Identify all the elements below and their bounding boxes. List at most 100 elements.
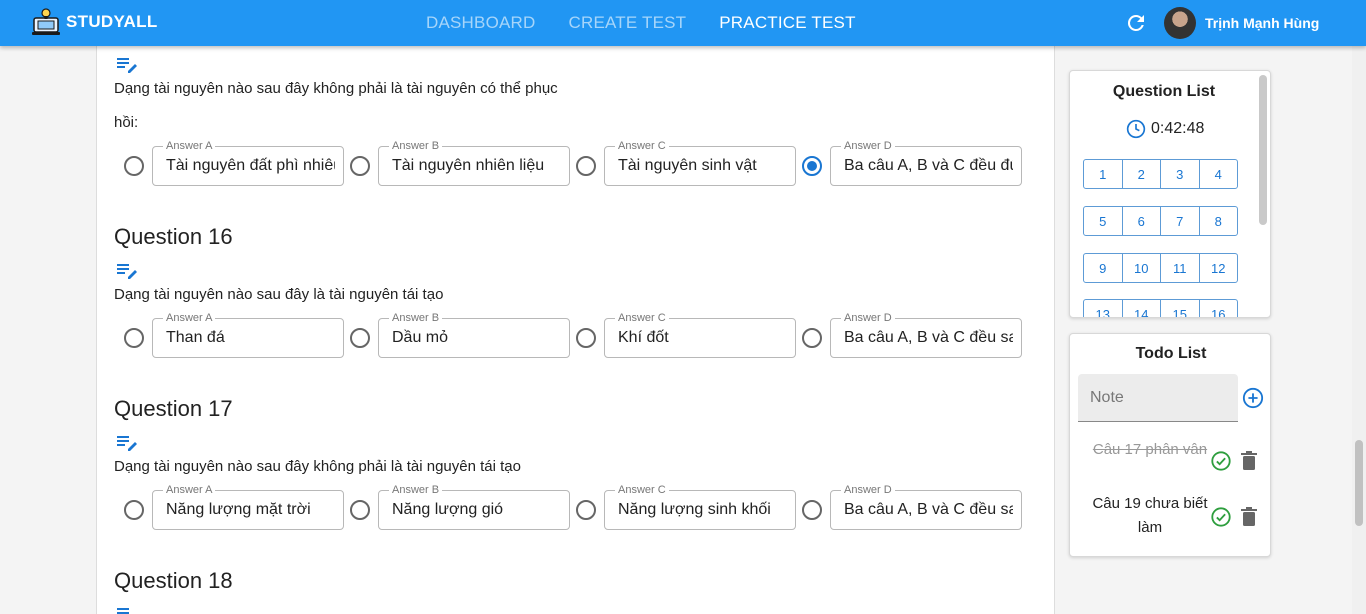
question-text: Dạng tài nguyên nào sau đây không phải l… — [114, 458, 521, 475]
answer-value: Tài nguyên sinh vật — [618, 157, 757, 174]
edit-note-icon[interactable] — [117, 262, 139, 280]
answer-a-field[interactable]: Answer A Năng lượng mặt trời — [152, 483, 344, 530]
radio-answer-d[interactable] — [802, 328, 822, 348]
radio-answer-a[interactable] — [124, 156, 144, 176]
answer-c-field[interactable]: Answer C Khí đốt — [604, 311, 796, 358]
answer-b-field[interactable]: Answer B Dầu mỏ — [378, 311, 570, 358]
questions-panel: Dạng tài nguyên nào sau đây không phải l… — [96, 46, 1055, 614]
trash-icon[interactable] — [1240, 507, 1258, 527]
question-grid-row: 13 14 15 16 — [1083, 299, 1238, 317]
question-text: Dạng tài nguyên nào sau đây là tài nguyê… — [114, 286, 444, 303]
radio-answer-a[interactable] — [124, 328, 144, 348]
question-button[interactable]: 5 — [1083, 206, 1123, 236]
question-grid-row: 5 6 7 8 — [1083, 206, 1238, 236]
answer-a-field[interactable]: Answer A Than đá — [152, 311, 344, 358]
question-title: Question 16 — [114, 224, 233, 249]
todo-item: Câu 17 phân vân — [1092, 441, 1208, 458]
radio-answer-d[interactable] — [802, 156, 822, 176]
answer-label: Answer D — [841, 139, 895, 153]
question-button[interactable]: 4 — [1198, 159, 1238, 189]
radio-answer-c[interactable] — [576, 156, 596, 176]
nav-create-test[interactable]: CREATE TEST — [569, 13, 687, 33]
answer-value: Tài nguyên đất phì nhiêu — [166, 157, 335, 174]
check-circle-icon[interactable] — [1210, 506, 1232, 528]
answer-label: Answer C — [615, 139, 669, 153]
logo[interactable]: STUDYALL — [30, 6, 158, 38]
question-text-cont: hồi: — [114, 114, 139, 131]
radio-answer-c[interactable] — [576, 328, 596, 348]
question-button[interactable]: 3 — [1160, 159, 1200, 189]
question-button[interactable]: 1 — [1083, 159, 1123, 189]
answer-c-field[interactable]: Answer C Tài nguyên sinh vật — [604, 139, 796, 186]
answer-value: Năng lượng mặt trời — [166, 501, 311, 518]
check-circle-icon[interactable] — [1210, 450, 1232, 472]
answer-b-field[interactable]: Answer B Năng lượng gió — [378, 483, 570, 530]
logo-icon — [32, 8, 60, 35]
refresh-icon[interactable] — [1124, 11, 1148, 35]
edit-note-icon[interactable] — [117, 434, 139, 452]
page-scrollbar[interactable] — [1352, 46, 1366, 614]
avatar[interactable] — [1164, 7, 1196, 39]
page-scrollbar-thumb[interactable] — [1355, 440, 1363, 526]
question-title: Question 18 — [114, 568, 233, 593]
answer-value: Tài nguyên nhiên liệu — [392, 157, 545, 174]
question-button[interactable]: 15 — [1160, 299, 1200, 317]
answer-label: Answer D — [841, 311, 895, 325]
answer-label: Answer A — [163, 483, 216, 497]
question-list-title: Question List — [1112, 83, 1216, 100]
answer-value: Ba câu A, B và C đều sai — [844, 329, 1013, 346]
question-button[interactable]: 2 — [1121, 159, 1161, 189]
note-input[interactable]: Note — [1078, 374, 1238, 422]
question-button[interactable]: 14 — [1121, 299, 1161, 317]
answer-b-field[interactable]: Answer B Tài nguyên nhiên liệu — [378, 139, 570, 186]
trash-icon[interactable] — [1240, 451, 1258, 471]
answer-label: Answer D — [841, 483, 895, 497]
answer-a-field[interactable]: Answer A Tài nguyên đất phì nhiêu — [152, 139, 344, 186]
question-text: Dạng tài nguyên nào sau đây không phải l… — [114, 80, 558, 97]
todo-item: Câu 19 chưa biết làm — [1092, 495, 1208, 536]
main-nav: DASHBOARD CREATE TEST PRACTICE TEST — [426, 0, 889, 46]
nav-dashboard[interactable]: DASHBOARD — [426, 13, 536, 33]
question-button[interactable]: 16 — [1198, 299, 1238, 317]
answer-value: Dầu mỏ — [392, 329, 449, 346]
answer-value: Than đá — [166, 329, 225, 346]
question-button[interactable]: 13 — [1083, 299, 1123, 317]
timer-value: 0:42:48 — [1151, 120, 1205, 137]
radio-answer-b[interactable] — [350, 328, 370, 348]
todo-list-card: Todo List Note Câu 17 phân vân Câu 19 ch… — [1069, 333, 1271, 557]
answer-label: Answer B — [389, 311, 443, 325]
answer-label: Answer B — [389, 483, 443, 497]
answer-value: Năng lượng gió — [392, 501, 504, 518]
answer-label: Answer A — [163, 311, 216, 325]
edit-note-icon[interactable] — [117, 606, 139, 614]
radio-answer-b[interactable] — [350, 156, 370, 176]
radio-answer-a[interactable] — [124, 500, 144, 520]
question-button[interactable]: 7 — [1160, 206, 1200, 236]
question-button[interactable]: 12 — [1198, 253, 1238, 283]
answer-d-field[interactable]: Answer D Ba câu A, B và C đều sai — [830, 483, 1022, 530]
radio-answer-d[interactable] — [802, 500, 822, 520]
answer-d-field[interactable]: Answer D Ba câu A, B và C đều sai — [830, 311, 1022, 358]
question-button[interactable]: 8 — [1198, 206, 1238, 236]
nav-practice-test[interactable]: PRACTICE TEST — [719, 13, 855, 33]
answer-label: Answer B — [389, 139, 443, 153]
radio-answer-b[interactable] — [350, 500, 370, 520]
question-list-card: Question List 0:42:48 1 2 3 4 5 6 7 8 9 … — [1069, 70, 1271, 318]
question-button[interactable]: 11 — [1160, 253, 1200, 283]
answer-value: Ba câu A, B và C đều sai — [844, 501, 1013, 518]
user-name[interactable]: Trịnh Mạnh Hùng — [1205, 15, 1319, 31]
add-circle-icon[interactable] — [1242, 387, 1264, 409]
answer-value: Khí đốt — [618, 329, 669, 346]
note-placeholder: Note — [1090, 389, 1124, 406]
answer-c-field[interactable]: Answer C Năng lượng sinh khối — [604, 483, 796, 530]
question-grid-row: 9 10 11 12 — [1083, 253, 1238, 283]
answer-label: Answer C — [615, 483, 669, 497]
question-list-scrollbar[interactable] — [1259, 75, 1267, 225]
radio-answer-c[interactable] — [576, 500, 596, 520]
answer-label: Answer A — [163, 139, 216, 153]
answer-d-field[interactable]: Answer D Ba câu A, B và C đều đúng — [830, 139, 1022, 186]
question-button[interactable]: 9 — [1083, 253, 1123, 283]
question-button[interactable]: 6 — [1121, 206, 1161, 236]
edit-note-icon[interactable] — [117, 56, 139, 74]
question-button[interactable]: 10 — [1121, 253, 1161, 283]
